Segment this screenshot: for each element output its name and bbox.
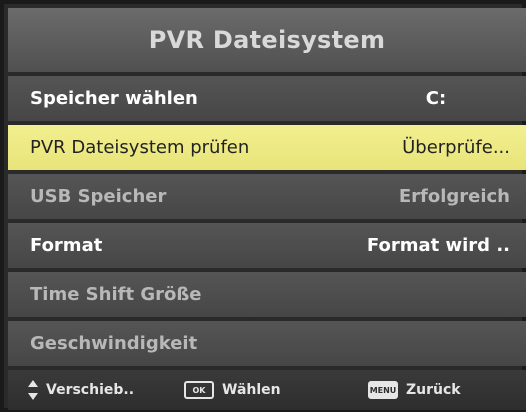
ok-key-icon: OK [184,381,214,399]
hint-back-label: Zurück [406,382,461,398]
menu-item-value: Format wird .. [366,235,510,256]
menu-item-label: USB Speicher [30,186,167,207]
menu-item-value: Erfolgreich [398,186,510,207]
hint-move-label: Verschieb.. [46,382,135,398]
pvr-osd-window: PVR Dateisystem Speicher wählen C: PVR D… [0,0,526,412]
menu-item-label: Geschwindigkeit [30,333,198,354]
menu-list: Speicher wählen C: PVR Dateisystem prüfe… [8,76,526,370]
menu-item-label: Speicher wählen [30,88,198,109]
menu-item-label: PVR Dateisystem prüfen [30,137,250,158]
menu-item-dateisystem-pruefen[interactable]: PVR Dateisystem prüfen Überprüfe... [8,125,526,170]
hint-move: Verschieb.. [8,380,156,400]
menu-item-usb-speicher[interactable]: USB Speicher Erfolgreich [8,174,526,219]
hint-select: OK Wählen [184,381,354,399]
menu-title: PVR Dateisystem [8,8,526,72]
key-hint-bar: Verschieb.. OK Wählen MENU Zurück [8,370,526,410]
menu-item-label: Time Shift Größe [30,284,202,305]
menu-item-label: Format [30,235,103,256]
menu-item-speicher-waehlen[interactable]: Speicher wählen C: [8,76,526,121]
hint-select-label: Wählen [222,382,281,398]
menu-item-geschwindigkeit[interactable]: Geschwindigkeit [8,321,526,366]
menu-item-value: Überprüfe... [402,137,510,158]
menu-key-icon: MENU [368,381,398,399]
hint-back: MENU Zurück [368,381,461,399]
up-down-arrows-icon [26,380,40,400]
menu-item-format[interactable]: Format Format wird .. [8,223,526,268]
menu-item-value: C: [425,88,447,109]
menu-item-time-shift-groesse[interactable]: Time Shift Größe [8,272,526,317]
